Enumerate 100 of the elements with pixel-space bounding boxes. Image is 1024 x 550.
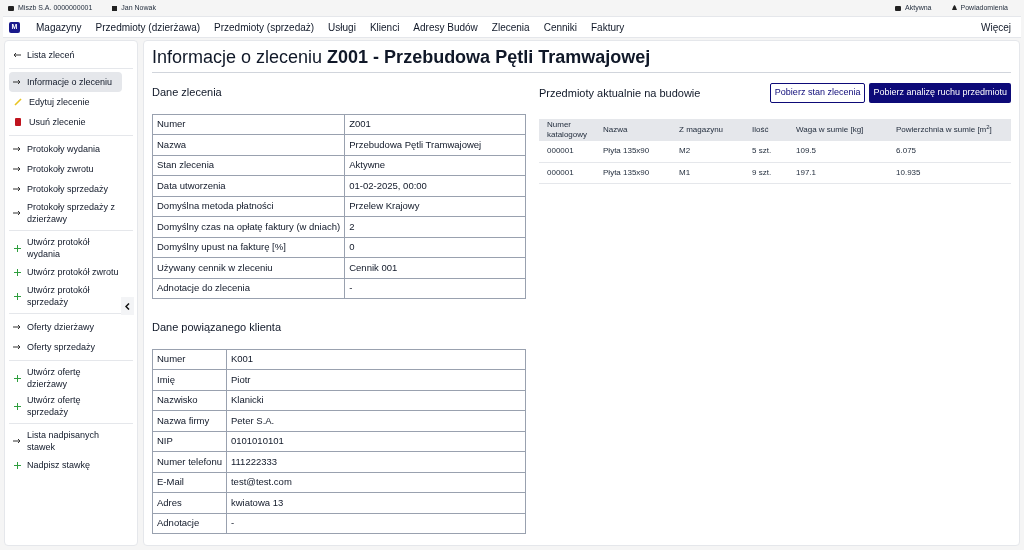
- value-cell: 2: [344, 216, 526, 237]
- nav-link[interactable]: Przedmioty (sprzedaż): [214, 19, 315, 35]
- page-title: Informacje o zleceniu Z001 - Przebudowa Pętli Tramwajowej: [152, 46, 652, 69]
- download-button[interactable]: Pobierz analizę ruchu przedmiotu: [869, 83, 1011, 103]
- section-heading: Dane powiązanego klienta: [152, 320, 283, 335]
- arrow-icon: [13, 79, 21, 85]
- table-cell: 6.075: [888, 141, 1011, 162]
- nav-link[interactable]: Przedmioty (dzierżawa): [95, 19, 201, 35]
- plus-icon: [13, 461, 21, 469]
- table-cell: 000001: [539, 162, 595, 183]
- column-header: Powierzchnia w sumie [m$^{2}$]: [888, 119, 1011, 141]
- value-cell: Peter S.A.: [226, 410, 526, 431]
- sidebar-item[interactable]: Nadpisz stawkę: [9, 455, 122, 475]
- label-cell: Numer telefonu: [152, 451, 227, 472]
- arrow-icon: [13, 210, 21, 216]
- sidebar-item[interactable]: Usuń zlecenie: [9, 112, 122, 132]
- table-cell: 000001: [539, 141, 595, 162]
- nav-link[interactable]: Usługi: [328, 19, 356, 35]
- label-cell: Stan zlecenia: [152, 155, 345, 176]
- table-cell: M1: [671, 162, 744, 183]
- chevron-left-icon: [125, 302, 130, 310]
- value-cell: K001: [226, 349, 526, 370]
- value-cell: Przebudowa Pętli Tramwajowej: [344, 134, 526, 155]
- table-cell: 5 szt.: [744, 141, 788, 162]
- table-cell: 197.1: [788, 162, 888, 183]
- table-cell: Płyta 135x90: [595, 141, 671, 162]
- label-cell: Imię: [152, 369, 227, 390]
- table-cell: 109.5: [788, 141, 888, 162]
- label-cell: Domyślny czas na opłatę faktury (w dniach): [152, 216, 345, 237]
- sidebar-item[interactable]: Utwórz ofertę sprzedaży: [9, 392, 122, 420]
- download-button[interactable]: Pobierz stan zlecenia: [769, 83, 866, 103]
- label-cell: Adnotacje: [152, 513, 227, 534]
- arrow-icon: [13, 146, 21, 152]
- value-cell: 111222333: [226, 451, 526, 472]
- label-cell: Adres: [152, 492, 227, 513]
- sidebar-item[interactable]: Protokoły zwrotu: [9, 159, 122, 179]
- column-header: Numer katalogowy: [539, 119, 595, 141]
- label-cell: Nazwa: [152, 134, 345, 155]
- sidebar-item[interactable]: Protokoły sprzedaży: [9, 179, 122, 199]
- table-cell: 10.935: [888, 162, 1011, 183]
- arrow-icon: [13, 324, 21, 330]
- label-cell: Numer: [152, 114, 345, 135]
- sidebar-item[interactable]: Utwórz protokół wydania: [9, 234, 122, 262]
- back-arrow-icon: [13, 52, 21, 58]
- column-header: Waga w sumie [kg]: [788, 119, 888, 141]
- column-header: Nazwa: [595, 119, 671, 141]
- sidebar-item[interactable]: Utwórz ofertę dzierżawy: [9, 364, 122, 392]
- nav-link[interactable]: Magazyny: [36, 19, 82, 35]
- sidebar-item[interactable]: Utwórz protokół sprzedaży: [9, 282, 122, 310]
- value-cell: 0101010101: [226, 431, 526, 452]
- pencil-icon: [14, 98, 22, 106]
- value-cell: Piotr: [226, 369, 526, 390]
- sidebar-item[interactable]: Lista nadpisanych stawek: [9, 427, 122, 455]
- label-cell: E-Mail: [152, 472, 227, 493]
- plus-icon: [13, 374, 21, 382]
- bell-icon: [951, 5, 957, 11]
- value-cell: Aktywne: [344, 155, 526, 176]
- plus-icon: [13, 244, 21, 252]
- sidebar-item[interactable]: Oferty sprzedaży: [9, 337, 122, 357]
- value-cell: Z001: [344, 114, 526, 135]
- label-cell: Domyślna metoda płatności: [152, 196, 345, 217]
- table-cell: Płyta 135x90: [595, 162, 671, 183]
- sidebar-item[interactable]: Edytuj zlecenie: [9, 92, 122, 112]
- nav-link[interactable]: Faktury: [591, 19, 625, 35]
- value-cell: kwiatowa 13: [226, 492, 526, 513]
- label-cell: NIP: [152, 431, 227, 452]
- column-header: Z magazynu: [671, 119, 744, 141]
- arrow-icon: [13, 344, 21, 350]
- value-cell: -: [344, 278, 526, 299]
- plus-icon: [13, 292, 21, 300]
- collapse-button[interactable]: [121, 297, 134, 315]
- sidebar-item[interactable]: Oferty dzierżawy: [9, 317, 122, 337]
- plus-icon: [13, 268, 21, 276]
- value-cell: Cennik 001: [344, 257, 526, 278]
- sidebar-item[interactable]: Protokoły sprzedaży z dzierżawy: [9, 199, 122, 227]
- value-cell: Klanicki: [226, 390, 526, 411]
- label-cell: Używany cennik w zleceniu: [152, 257, 345, 278]
- nav-link[interactable]: Klienci: [369, 19, 400, 35]
- table-cell: 9 szt.: [744, 162, 788, 183]
- column-header: Ilość: [744, 119, 788, 141]
- nav-link[interactable]: Cenniki: [543, 19, 577, 35]
- sidebar-item[interactable]: Informacje o zleceniu: [9, 72, 122, 92]
- nav-link[interactable]: Adresy Budów: [413, 19, 478, 35]
- trash-icon: [15, 118, 21, 126]
- sidebar-item[interactable]: Protokoły wydania: [9, 139, 122, 159]
- more-menu[interactable]: Więcej: [981, 19, 1011, 35]
- label-cell: Numer: [152, 349, 227, 370]
- value-cell: 01-02-2025, 00:00: [344, 175, 526, 196]
- value-cell: Przelew Krajowy: [344, 196, 526, 217]
- nav-link[interactable]: Zlecenia: [491, 19, 530, 35]
- table-cell: M2: [671, 141, 744, 162]
- arrow-icon: [13, 438, 21, 444]
- label-cell: Nazwa firmy: [152, 410, 227, 431]
- sidebar-item[interactable]: Lista zleceń: [9, 45, 122, 65]
- section-heading: Dane zlecenia: [152, 85, 223, 100]
- sidebar-item[interactable]: Utwórz protokół zwrotu: [9, 262, 122, 282]
- value-cell: 0: [344, 237, 526, 258]
- arrow-icon: [13, 186, 21, 192]
- value-cell: test@test.com: [226, 472, 526, 493]
- label-cell: Adnotacje do zlecenia: [152, 278, 345, 299]
